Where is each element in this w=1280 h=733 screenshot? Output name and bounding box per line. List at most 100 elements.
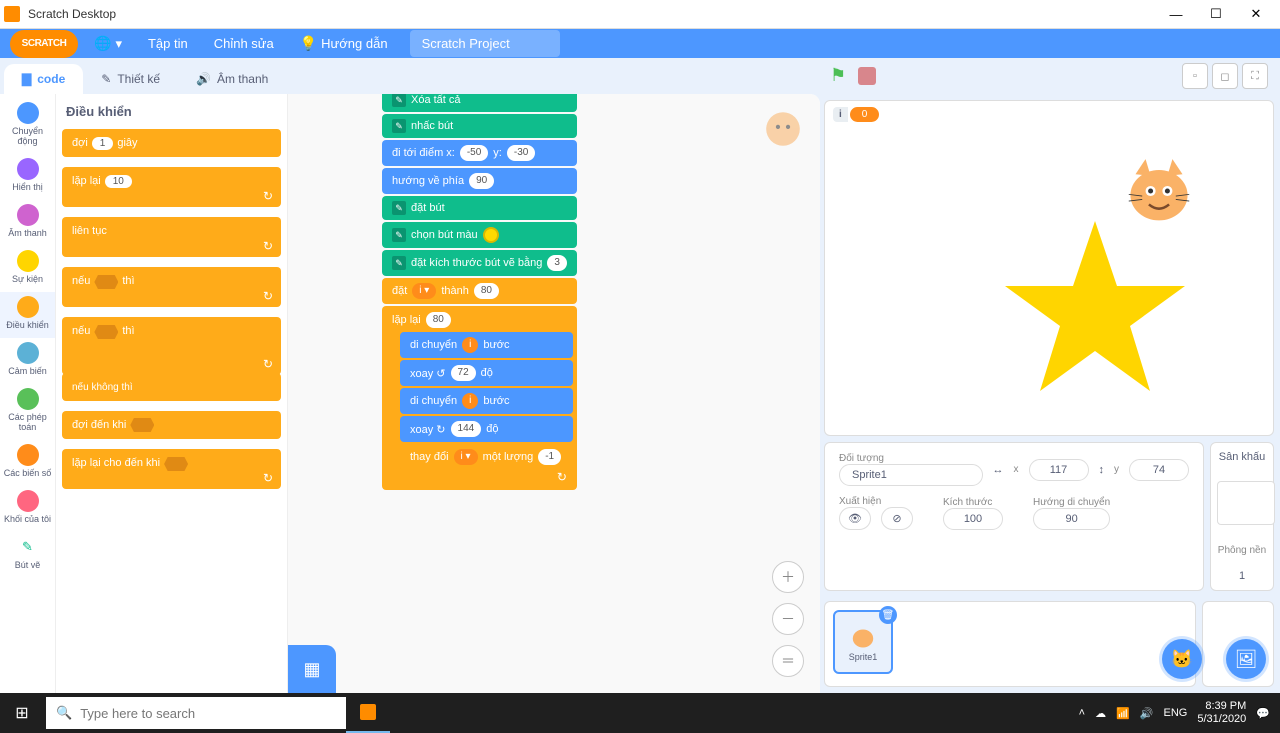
block-set-variable[interactable]: đặti ▾thành80 — [382, 278, 577, 304]
sprite-card[interactable]: 🗑 Sprite1 — [833, 610, 893, 674]
stage-full-button[interactable]: ⛶ — [1242, 63, 1268, 89]
tray-language[interactable]: ENG — [1164, 707, 1188, 719]
block-set-pen-color[interactable]: chọn bút màu — [382, 222, 577, 248]
category-các-biến-số[interactable]: Các biến số — [0, 440, 55, 486]
add-sprite-button[interactable]: 🐱 — [1162, 639, 1202, 679]
stage-large-button[interactable]: ◻ — [1212, 63, 1238, 89]
block-forever[interactable]: liên tục — [62, 217, 281, 257]
palette-title: Điều khiển — [66, 104, 281, 119]
stop-button[interactable] — [858, 67, 876, 85]
block-repeat[interactable]: lặp lại 10 — [62, 167, 281, 207]
category-chuyển-động[interactable]: Chuyển động — [0, 98, 55, 154]
show-sprite-button[interactable]: 👁 — [839, 507, 871, 530]
sprite-thumbnail-watermark — [762, 108, 804, 150]
block-turn-cw[interactable]: xoay ↻144độ — [400, 416, 573, 442]
block-pen-down[interactable]: đặt bút — [382, 196, 577, 220]
script-workspace[interactable]: Xóa tất cả nhấc bút đi tới điểm x:-50y:-… — [288, 94, 820, 693]
code-icon: ▇ — [22, 72, 31, 86]
direction-label: Hướng di chuyển — [1033, 497, 1110, 508]
pen-icon — [392, 228, 406, 242]
block-wait-until[interactable]: đợi đến khi — [62, 411, 281, 439]
delete-sprite-button[interactable]: 🗑 — [879, 606, 897, 624]
block-point-direction[interactable]: hướng về phía90 — [382, 168, 577, 194]
block-erase-all[interactable]: Xóa tất cả — [382, 94, 577, 112]
scratch-logo[interactable]: SCRATCH — [10, 30, 78, 58]
taskbar-search[interactable]: 🔍 Type here to search — [46, 697, 346, 729]
color-input[interactable] — [483, 227, 499, 243]
sprite-y-input[interactable]: 74 — [1129, 459, 1189, 481]
system-tray[interactable]: ˄ ☁ 📶 🔊 ENG 8:39 PM 5/31/2020 💬 — [1069, 700, 1280, 726]
tab-code[interactable]: ▇code — [4, 64, 83, 94]
app-icon — [4, 6, 20, 22]
block-if[interactable]: nếuthì — [62, 267, 281, 307]
sprite-x-input[interactable]: 117 — [1029, 459, 1089, 481]
category-bút-vẽ[interactable]: ✎Bút vẽ — [0, 532, 55, 578]
start-button[interactable]: ⊞ — [0, 693, 44, 733]
block-change-variable[interactable]: thay đổii ▾một lượng-1 — [400, 444, 573, 470]
block-move-1[interactable]: di chuyểnibước — [400, 332, 573, 358]
category-sự-kiện[interactable]: Sự kiện — [0, 246, 55, 292]
category-âm-thanh[interactable]: Âm thanh — [0, 200, 55, 246]
stage-thumbnail[interactable] — [1217, 481, 1275, 525]
block-turn-ccw[interactable]: xoay ↺72độ — [400, 360, 573, 386]
block-goto-xy[interactable]: đi tới điểm x:-50y:-30 — [382, 140, 577, 166]
tray-time[interactable]: 8:39 PM — [1197, 700, 1246, 713]
tray-wifi-icon[interactable]: 📶 — [1116, 707, 1130, 720]
tray-notifications-icon[interactable]: 💬 — [1256, 707, 1270, 720]
green-flag-button[interactable]: ⚑ — [830, 65, 852, 87]
add-extension-button[interactable]: ▦ — [288, 645, 336, 693]
tray-cloud-icon[interactable]: ☁ — [1095, 707, 1106, 720]
xy-icon: ↔ — [993, 464, 1004, 476]
tab-sounds[interactable]: 🔊Âm thanh — [178, 64, 286, 94]
block-move-2[interactable]: di chuyểnibước — [400, 388, 573, 414]
hide-sprite-button[interactable]: ⊘ — [881, 507, 913, 530]
window-title: Scratch Desktop — [28, 7, 1156, 21]
block-else-label[interactable]: nếu không thì — [62, 373, 281, 401]
category-điều-khiển[interactable]: Điều khiển — [0, 292, 55, 338]
tutorials-button[interactable]: Hướng dẫn — [290, 29, 398, 58]
menubar: SCRATCH ▾ Tập tin Chỉnh sửa Hướng dẫn Sc… — [0, 29, 1280, 58]
category-cảm-biến[interactable]: Cảm biến — [0, 338, 55, 384]
category-hiển-thị[interactable]: Hiển thị — [0, 154, 55, 200]
sprite-header-label: Đối tượng — [839, 453, 983, 464]
language-menu[interactable]: ▾ — [84, 29, 132, 58]
tray-volume-icon[interactable]: 🔊 — [1140, 707, 1154, 720]
sound-icon: 🔊 — [196, 72, 211, 86]
stage-panel-title: Sân khấu — [1219, 451, 1265, 463]
zoom-in-button[interactable]: ＋ — [772, 561, 804, 593]
variable-monitor[interactable]: i 0 — [833, 107, 879, 122]
sprite-size-input[interactable]: 100 — [943, 508, 1003, 530]
zoom-out-button[interactable]: － — [772, 603, 804, 635]
block-if-else[interactable]: nếuthì — [62, 317, 281, 375]
block-pen-up[interactable]: nhấc bút — [382, 114, 577, 138]
stage-small-button[interactable]: ▫ — [1182, 63, 1208, 89]
pen-icon — [392, 256, 406, 270]
block-palette: Điều khiển đợi 1 giây lặp lại 10 liên tụ… — [56, 94, 288, 693]
stage[interactable]: i 0 — [824, 100, 1274, 436]
sprite-name-input[interactable]: Sprite1 — [839, 464, 983, 486]
minimize-button[interactable]: — — [1156, 0, 1196, 28]
pen-icon — [392, 119, 406, 133]
pen-icon — [392, 94, 406, 107]
taskbar-app-scratch[interactable] — [346, 693, 390, 733]
sprite-direction-input[interactable]: 90 — [1033, 508, 1110, 530]
cat-sprite[interactable] — [1117, 149, 1201, 233]
category-các-phép-toán[interactable]: Các phép toán — [0, 384, 55, 440]
project-name-input[interactable]: Scratch Project — [410, 30, 560, 57]
tray-chevron-icon[interactable]: ˄ — [1079, 707, 1085, 719]
file-menu[interactable]: Tập tin — [138, 30, 198, 57]
backdrops-label: Phông nền — [1218, 545, 1266, 556]
maximize-button[interactable]: ☐ — [1196, 0, 1236, 28]
block-repeat-loop[interactable]: lặp lại80 di chuyểnibước xoay ↺72độ di c… — [382, 306, 577, 490]
add-backdrop-button[interactable]: 🖼 — [1226, 639, 1266, 679]
tab-costumes[interactable]: ✎Thiết kế — [83, 64, 178, 94]
script-stack[interactable]: Xóa tất cả nhấc bút đi tới điểm x:-50y:-… — [382, 94, 577, 492]
search-icon: 🔍 — [56, 705, 72, 721]
block-set-pen-size[interactable]: đặt kích thước bút vẽ bằng3 — [382, 250, 577, 276]
zoom-reset-button[interactable]: ＝ — [772, 645, 804, 677]
block-repeat-until[interactable]: lặp lại cho đến khi — [62, 449, 281, 489]
block-wait[interactable]: đợi 1 giây — [62, 129, 281, 157]
close-button[interactable]: ✕ — [1236, 0, 1276, 28]
edit-menu[interactable]: Chỉnh sửa — [204, 30, 284, 57]
category-khối-của-tôi[interactable]: Khối của tôi — [0, 486, 55, 532]
